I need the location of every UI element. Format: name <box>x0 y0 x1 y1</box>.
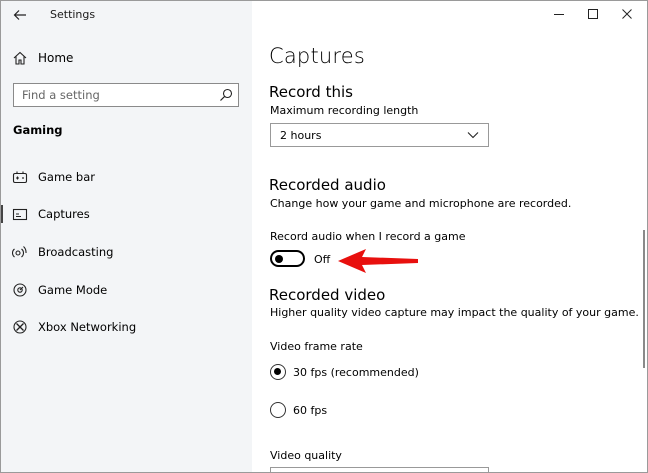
section-heading-recorded-audio: Recorded audio <box>269 176 386 194</box>
sidebar-item-label: Game Mode <box>38 283 108 297</box>
scrollbar-thumb[interactable] <box>643 230 645 368</box>
section-heading-gaming: Gaming <box>13 123 63 137</box>
record-audio-toggle-label: Record audio when I record a game <box>270 230 466 243</box>
sidebar-item-xbox-networking[interactable]: Xbox Networking <box>0 310 252 344</box>
maximize-button[interactable] <box>574 0 612 28</box>
page-title: Captures <box>269 44 366 68</box>
captures-icon <box>12 208 28 221</box>
video-quality-dropdown[interactable] <box>270 467 489 473</box>
sidebar-item-broadcasting[interactable]: Broadcasting <box>0 235 252 269</box>
dropdown-value: 2 hours <box>280 129 322 142</box>
radio-selected-dot <box>274 368 281 375</box>
sidebar: Settings Home Gaming Game bar Captures <box>0 0 252 473</box>
sidebar-item-game-mode[interactable]: Game Mode <box>0 273 252 307</box>
home-label: Home <box>38 51 74 65</box>
back-arrow-icon <box>13 10 26 20</box>
sidebar-item-label: Game bar <box>38 170 95 184</box>
search-icon[interactable] <box>219 88 233 102</box>
section-heading-recorded-video: Recorded video <box>269 286 386 304</box>
close-icon <box>622 9 632 19</box>
search-input[interactable] <box>14 84 214 106</box>
game-bar-icon <box>12 171 28 184</box>
close-button[interactable] <box>608 0 646 28</box>
maximize-icon <box>588 9 598 19</box>
title-bar: Settings <box>0 0 252 30</box>
sidebar-item-label: Captures <box>38 207 90 221</box>
video-frame-rate-label: Video frame rate <box>270 340 363 353</box>
record-audio-toggle[interactable] <box>270 250 305 267</box>
recorded-audio-description: Change how your game and microphone are … <box>270 197 572 210</box>
broadcasting-icon <box>12 246 27 258</box>
max-recording-length-label: Maximum recording length <box>270 104 419 117</box>
radio-60fps[interactable] <box>270 402 286 418</box>
radio-30fps[interactable] <box>270 364 286 380</box>
sidebar-item-label: Xbox Networking <box>38 320 137 334</box>
radio-label-60fps[interactable]: 60 fps <box>293 404 327 417</box>
minimize-icon <box>554 14 564 15</box>
sidebar-item-captures[interactable]: Captures <box>0 197 252 231</box>
minimize-button[interactable] <box>540 0 578 28</box>
chevron-down-icon <box>467 132 479 139</box>
main-panel: Captures Record this Maximum recording l… <box>252 0 648 473</box>
max-recording-length-dropdown[interactable]: 2 hours <box>270 123 489 147</box>
home-link[interactable]: Home <box>0 44 252 72</box>
toggle-state-text: Off <box>314 253 331 266</box>
toggle-knob <box>275 254 283 263</box>
recorded-video-description: Higher quality video capture may impact … <box>270 306 639 319</box>
sidebar-item-label: Broadcasting <box>38 245 114 259</box>
sidebar-item-game-bar[interactable]: Game bar <box>0 160 252 194</box>
selection-indicator <box>0 205 3 223</box>
back-button[interactable] <box>8 3 32 27</box>
search-box[interactable] <box>13 83 239 107</box>
app-title: Settings <box>50 8 96 21</box>
annotation-arrow-icon <box>338 249 418 273</box>
game-mode-icon <box>13 283 27 297</box>
video-quality-label: Video quality <box>270 449 342 462</box>
xbox-icon <box>13 320 27 334</box>
home-icon <box>13 51 27 65</box>
radio-label-30fps[interactable]: 30 fps (recommended) <box>293 366 419 379</box>
section-heading-record-this: Record this <box>269 83 353 101</box>
